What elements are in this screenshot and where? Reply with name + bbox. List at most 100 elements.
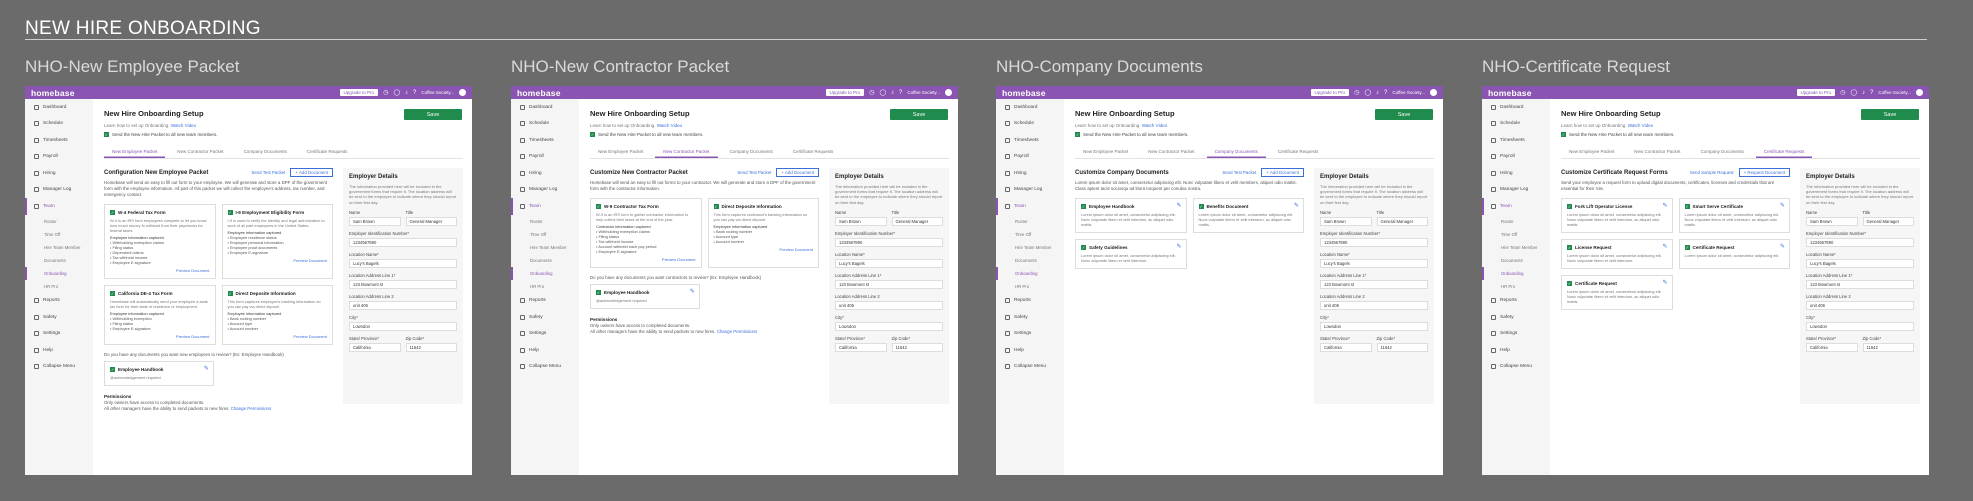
card-checkbox[interactable]: ✓ [110, 291, 115, 296]
sidebar-item[interactable]: Payroll [511, 149, 579, 166]
card-checkbox[interactable]: ✓ [1198, 204, 1204, 209]
sidebar-item[interactable]: Schedule [1482, 116, 1550, 133]
sidebar-item[interactable]: Onboarding [996, 267, 1064, 280]
card-checkbox[interactable]: ✓ [1567, 245, 1572, 250]
sidebar-item[interactable]: Payroll [1482, 149, 1550, 166]
sidebar-item[interactable]: Payroll [996, 149, 1064, 166]
sidebar-item[interactable]: Dashboard [511, 99, 579, 116]
sidebar-item[interactable]: Reports [511, 293, 579, 310]
title-field-input[interactable]: General Manager [891, 216, 943, 226]
sidebar-item[interactable]: Settings [996, 326, 1064, 343]
sidebar-item[interactable]: Collapse Menu [511, 359, 579, 376]
sidebar-item[interactable]: Settings [25, 326, 93, 343]
card-checkbox[interactable]: ✓ [1684, 245, 1690, 250]
send-packet-checkbox[interactable]: ✓ Send the New Hire Packet to all new tea… [590, 132, 949, 137]
location-name-field-input[interactable]: Lucy's Bagels [349, 258, 457, 268]
tab-2[interactable]: New Contractor Packet [1140, 146, 1202, 158]
location-name-field-input[interactable]: Lucy's Bagels [1806, 258, 1914, 268]
save-button[interactable]: Save [890, 109, 948, 120]
title-field-input[interactable]: General Manager [1862, 216, 1914, 226]
sidebar-item[interactable]: Onboarding [511, 267, 579, 280]
address-line-2-field-input[interactable]: unit 406 [349, 300, 457, 310]
sidebar-item[interactable]: Team [511, 198, 579, 215]
address-line-1-field-input[interactable]: 123 Bowmont st [1320, 279, 1428, 289]
checkbox-checked[interactable]: ✓ [1075, 132, 1080, 137]
preview-document-link[interactable]: Preview Document [596, 257, 696, 262]
edit-icon[interactable]: ✎ [1662, 244, 1667, 250]
sidebar-item[interactable]: Schedule [996, 116, 1064, 133]
sidebar-item[interactable]: Safety [511, 309, 579, 326]
tab-4[interactable]: Certificate Requests [1270, 146, 1327, 158]
sidebar-item[interactable]: Hiring [1482, 165, 1550, 182]
sidebar-item[interactable]: Hiring [25, 165, 93, 182]
preview-document-link[interactable]: Preview Document [110, 268, 210, 273]
tab-2[interactable]: New Contractor Packet [169, 146, 231, 158]
checkbox-checked[interactable]: ✓ [104, 132, 109, 137]
sidebar-item[interactable]: Hiring [996, 165, 1064, 182]
avatar[interactable] [459, 89, 466, 96]
sidebar-item[interactable]: Collapse Menu [996, 359, 1064, 376]
sidebar-item[interactable]: Manager Log [996, 182, 1064, 199]
edit-icon[interactable]: ✎ [1294, 203, 1299, 209]
sidebar-item[interactable]: Collapse Menu [25, 359, 93, 376]
sidebar-item[interactable]: Dashboard [25, 99, 93, 116]
city-field-input[interactable]: Lowndon [1806, 321, 1914, 331]
homebase-logo[interactable]: homebase [517, 88, 561, 98]
name-field-input[interactable]: Sam Brown [835, 216, 887, 226]
sidebar-item[interactable]: Schedule [25, 116, 93, 133]
edit-icon[interactable]: ✎ [1780, 203, 1785, 209]
avatar[interactable] [1916, 89, 1923, 96]
sidebar-item[interactable]: Manager Log [511, 182, 579, 199]
watch-video-link[interactable]: Watch Video [1628, 123, 1653, 128]
add-document-button[interactable]: + Add Document [1261, 168, 1304, 177]
sidebar-item[interactable]: Team [25, 198, 93, 215]
homebase-logo[interactable]: homebase [1488, 88, 1532, 98]
sidebar-item[interactable]: Time Off [996, 228, 1064, 241]
save-button[interactable]: Save [1861, 109, 1919, 120]
title-field-input[interactable]: General Manager [1376, 216, 1428, 226]
chat-icon[interactable]: ◯ [1850, 89, 1857, 96]
sidebar-item[interactable]: Safety [1482, 309, 1550, 326]
card-checkbox[interactable]: ✓ [713, 204, 719, 209]
card-checkbox[interactable]: ✓ [1567, 281, 1572, 286]
address-line-2-field-input[interactable]: unit 406 [1806, 300, 1914, 310]
tab-3[interactable]: Company Documents [236, 146, 295, 158]
help-icon[interactable]: ? [1870, 90, 1873, 96]
sidebar-item[interactable]: Settings [1482, 326, 1550, 343]
tab-1[interactable]: New Employee Packet [1075, 146, 1136, 158]
sidebar-item[interactable]: Hire Team Member [25, 241, 93, 254]
sidebar-item[interactable]: Team [996, 198, 1064, 215]
sidebar-item[interactable]: Schedule [511, 116, 579, 133]
upgrade-button[interactable]: Upgrade to Pro [1796, 89, 1836, 96]
change-permissions-link[interactable]: Change Permissions [717, 329, 758, 334]
name-field-input[interactable]: Sam Brown [1320, 216, 1372, 226]
address-line-2-field-input[interactable]: unit 406 [1320, 300, 1428, 310]
sidebar-item[interactable]: Hire Team Member [996, 241, 1064, 254]
card-checkbox[interactable]: ✓ [1081, 204, 1086, 209]
add-document-button[interactable]: + Add Document [290, 168, 333, 177]
state-select-input[interactable]: California [835, 342, 887, 352]
sidebar-item[interactable]: Safety [996, 309, 1064, 326]
card-checkbox[interactable]: ✓ [227, 210, 233, 215]
ein-field-input[interactable]: 1234567890 [1806, 237, 1914, 247]
sidebar-item[interactable]: Roster [25, 215, 93, 228]
change-permissions-link[interactable]: Change Permissions [231, 406, 272, 411]
sidebar-item[interactable]: Documents [25, 254, 93, 267]
card-checkbox[interactable]: ✓ [110, 210, 115, 215]
state-select-input[interactable]: California [1806, 342, 1858, 352]
tab-1[interactable]: New Employee Packet [104, 146, 165, 158]
add-document-button[interactable]: + Request Document [1738, 168, 1790, 177]
city-field-input[interactable]: Lowndon [1320, 321, 1428, 331]
name-field-input[interactable]: Sam Brown [349, 216, 401, 226]
help-icon[interactable]: ? [413, 90, 416, 96]
card-checkbox[interactable]: ✓ [1081, 245, 1086, 250]
sidebar-item[interactable]: Timesheets [511, 132, 579, 149]
sidebar-item[interactable]: Hiring [511, 165, 579, 182]
sidebar-item[interactable]: Hire Team Member [1482, 241, 1550, 254]
sidebar-item[interactable]: Time Off [511, 228, 579, 241]
state-select-input[interactable]: California [349, 342, 401, 352]
checkbox-checked[interactable]: ✓ [1561, 132, 1566, 137]
upgrade-button[interactable]: Upgrade to Pro [339, 89, 379, 96]
homebase-logo[interactable]: homebase [1002, 88, 1046, 98]
preview-document-link[interactable]: Preview Document [714, 247, 813, 252]
